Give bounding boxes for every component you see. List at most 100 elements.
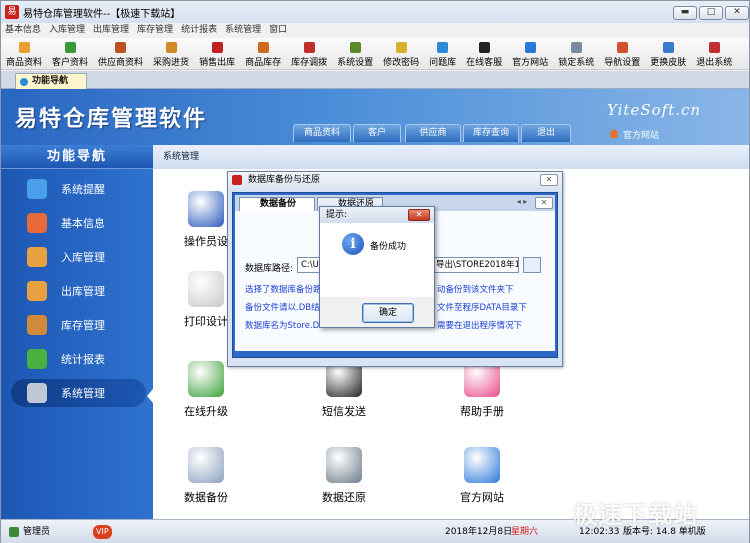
warehouse-icon xyxy=(27,315,47,335)
tab-close-icon[interactable]: ✕ xyxy=(535,197,553,209)
info-icon: i xyxy=(342,233,364,255)
sidebar-item[interactable]: 库存管理 xyxy=(11,311,146,339)
ie-icon xyxy=(464,447,500,483)
toolbar-button[interactable]: 在线客服 xyxy=(461,38,507,70)
toolbar-button[interactable]: 锁定系统 xyxy=(553,38,599,70)
toolbar-button-label: 官方网站 xyxy=(512,58,549,68)
maximize-button[interactable]: □ xyxy=(699,6,723,20)
toolbar-button-label: 退出系统 xyxy=(696,58,733,68)
lock-icon xyxy=(570,42,582,53)
key-icon xyxy=(395,42,407,53)
hint-line: 文件至程序DATA目录下 xyxy=(437,303,527,313)
customer-icon xyxy=(64,42,76,53)
exit-icon xyxy=(708,42,720,53)
hint-line: 需要在退出程序情况下 xyxy=(437,321,523,331)
info-icon xyxy=(27,179,47,199)
nav-icon xyxy=(616,42,628,53)
message-box-body xyxy=(320,223,434,297)
menu-item[interactable]: 基本信息 xyxy=(1,23,45,37)
banner-tab-suppliers[interactable]: 供应商 xyxy=(405,124,461,142)
tab-scroll-arrows-icon[interactable]: ◂ ▸ xyxy=(513,197,531,209)
qq-icon xyxy=(478,42,490,53)
toolbar-button[interactable]: 更换皮肤 xyxy=(645,38,691,70)
official-site-link[interactable]: 官方网站 xyxy=(607,128,659,141)
toolbar-button[interactable]: 库存调拨 xyxy=(286,38,332,70)
minimize-button[interactable]: ▬ xyxy=(673,6,697,20)
watermark: 极速下载站 xyxy=(573,501,698,529)
toolbar-button-label: 导航设置 xyxy=(604,58,641,68)
hint-line: 数据库名为Store.DB xyxy=(245,321,326,331)
toolbar-button[interactable]: 销售出库 xyxy=(194,38,240,70)
browse-folder-button[interactable] xyxy=(523,257,541,273)
sidebar-item[interactable]: 出库管理 xyxy=(11,277,146,305)
sidebar-item[interactable]: 系统管理 xyxy=(11,379,146,407)
banner-tab-products[interactable]: 商品资料 xyxy=(293,124,351,142)
content-icon-button[interactable]: 数据备份 xyxy=(161,447,251,505)
toolbar-button[interactable]: 商品库存 xyxy=(240,38,286,70)
vip-badge: VIP xyxy=(93,525,112,539)
content-icon-button[interactable]: 官方网站 xyxy=(437,447,527,505)
toolbar-button[interactable]: 问题库 xyxy=(424,38,461,70)
hint-line: 备份文件请以.DB结 xyxy=(245,303,320,313)
toolbar-button-label: 锁定系统 xyxy=(558,58,595,68)
banner-tab-exit[interactable]: 退出 xyxy=(521,124,571,142)
hint-line: 动备份到该文件夹下 xyxy=(437,285,514,295)
document-tab-strip: 功能导航 xyxy=(1,71,749,89)
sidebar-item[interactable]: 统计报表 xyxy=(11,345,146,373)
menu-item[interactable]: 系统管理 xyxy=(221,23,265,37)
message-close-button[interactable]: ✕ xyxy=(408,209,430,221)
toolbar-button-label: 采购进货 xyxy=(153,58,190,68)
path-label: 数据库路径: xyxy=(245,264,294,274)
status-weekday: 星期六 xyxy=(511,527,539,537)
toolbar-button[interactable]: 退出系统 xyxy=(691,38,737,70)
sidebar-item[interactable]: 入库管理 xyxy=(11,243,146,271)
tab-function-nav[interactable]: 功能导航 xyxy=(15,73,87,89)
content-icon-button[interactable]: 在线升级 xyxy=(161,361,251,419)
toolbar-button[interactable]: 供应商资料 xyxy=(93,38,148,70)
toolbar-button[interactable]: 客户资料 xyxy=(47,38,93,70)
banner-title: 易特仓库管理软件 xyxy=(15,107,208,132)
toolbar-button[interactable]: 采购进货 xyxy=(148,38,194,70)
content-icon-button[interactable]: 数据还原 xyxy=(299,447,389,505)
toolbar-button-label: 客户资料 xyxy=(52,58,89,68)
upgrade-icon xyxy=(188,361,224,397)
sidebar-header: 功能导航 xyxy=(1,145,153,169)
toolbar-button[interactable]: 导航设置 xyxy=(599,38,645,70)
banner-tab-customers[interactable]: 客户 xyxy=(353,124,401,142)
message-box: 提示: ✕ i 备份成功 确定 xyxy=(319,206,435,328)
menu-item[interactable]: 库存管理 xyxy=(133,23,177,37)
toolbar-button-label: 销售出库 xyxy=(199,58,236,68)
toolbar-button-label: 供应商资料 xyxy=(98,58,144,68)
close-button[interactable]: ✕ xyxy=(725,6,749,20)
toolbar-button[interactable]: 官方网站 xyxy=(507,38,553,70)
menu-item[interactable]: 窗口 xyxy=(265,23,291,37)
content-icon-label: 打印设计 xyxy=(184,315,228,328)
backup-close-button[interactable]: ✕ xyxy=(540,174,558,186)
path-input-tail: 导出\STORE2018年12月 xyxy=(436,260,519,270)
purchase-icon xyxy=(165,42,177,53)
app-logo-icon: 易 xyxy=(5,5,19,19)
toolbar-button[interactable]: 系统设置 xyxy=(332,38,378,70)
database-icon xyxy=(326,447,362,483)
toolbar-button[interactable]: 修改密码 xyxy=(378,38,424,70)
menu-item[interactable]: 出库管理 xyxy=(89,23,133,37)
toolbar-button[interactable]: 商品资料 xyxy=(1,38,47,70)
menu-item[interactable]: 统计报表 xyxy=(177,23,221,37)
menu-item[interactable]: 入库管理 xyxy=(45,23,89,37)
sidebar-item-label: 系统管理 xyxy=(61,387,105,400)
skin-icon xyxy=(662,42,674,53)
toolbar-button-label: 库存调拨 xyxy=(291,58,328,68)
toolbar-button-label: 修改密码 xyxy=(383,58,420,68)
sidebar-item[interactable]: 系统提醒 xyxy=(11,175,146,203)
tab-data-backup[interactable]: 数据备份 xyxy=(239,197,315,211)
status-date: 2018年12月8日 xyxy=(445,527,513,537)
content-icon-button[interactable]: 帮助手册 xyxy=(437,361,527,419)
content-icon-label: 短信发送 xyxy=(322,405,366,418)
content-icon-label: 数据备份 xyxy=(184,491,228,504)
toolbar-button-label: 商品资料 xyxy=(6,58,43,68)
sidebar-item-label: 入库管理 xyxy=(61,251,105,264)
sidebar-item[interactable]: 基本信息 xyxy=(11,209,146,237)
content-icon-button[interactable]: 短信发送 xyxy=(299,361,389,419)
banner-tab-inventory[interactable]: 库存查询 xyxy=(463,124,519,142)
ok-button[interactable]: 确定 xyxy=(362,303,414,323)
